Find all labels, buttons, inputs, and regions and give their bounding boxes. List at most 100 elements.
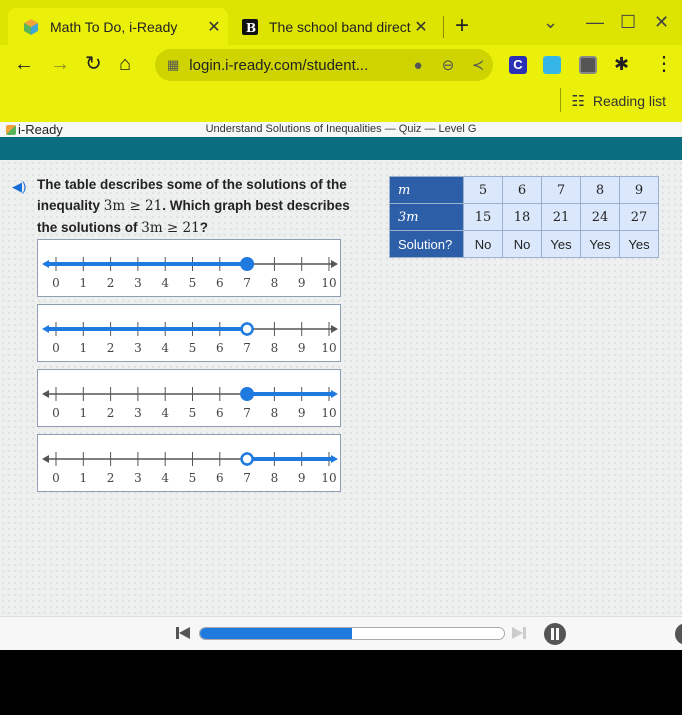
back-button[interactable]: ← (14, 53, 34, 75)
tick-label: 1 (79, 341, 87, 355)
forward-button[interactable]: → (50, 53, 70, 75)
tick-label: 2 (107, 406, 115, 420)
tick-label: 0 (52, 276, 60, 290)
tick-label: 9 (298, 471, 306, 485)
location-pin-icon[interactable]: ● (403, 57, 433, 74)
next-button[interactable] (675, 623, 682, 645)
table-cell: No (502, 230, 542, 258)
answer-option-a[interactable]: 0 1 2 3 4 5 6 7 8 9 10 (37, 239, 341, 297)
closed-endpoint (240, 387, 255, 401)
inequality-math: 3m ≥ 21 (103, 198, 163, 214)
table-cell: 24 (580, 203, 620, 231)
address-bar[interactable]: ▦ login.i-ready.com/student... ● ⊖ ≺ (155, 49, 493, 81)
skip-forward-icon[interactable] (512, 626, 526, 640)
progress-fill (200, 628, 352, 639)
tick-label: 0 (52, 471, 60, 485)
tab-title: Math To Do, i-Ready (50, 18, 178, 35)
table-cell: 21 (541, 203, 581, 231)
profile-extension-icon[interactable] (543, 56, 561, 74)
answer-option-c[interactable]: 0 1 2 3 4 5 6 7 8 9 10 (37, 369, 341, 427)
tick-label: 6 (216, 471, 224, 485)
table-cell: 27 (619, 203, 659, 231)
left-arrow-icon (42, 390, 49, 398)
home-button[interactable]: ⌂ (119, 53, 131, 75)
reading-list-separator (560, 88, 561, 112)
speaker-icon[interactable]: ◀) (12, 179, 28, 194)
iready-cube-icon (24, 18, 38, 35)
inequality-math: 3m ≥ 21 (141, 220, 200, 236)
reading-list-button[interactable]: ☷ Reading list (571, 92, 666, 110)
tick-label: 5 (189, 276, 197, 290)
open-endpoint (240, 452, 254, 466)
extensions-puzzle-icon[interactable]: ✱ (614, 53, 629, 75)
question-text: The table describes some of the solution… (37, 174, 357, 239)
tick-label: 3 (134, 341, 142, 355)
share-icon[interactable]: ≺ (463, 56, 493, 74)
maximize-button[interactable]: ☐ (620, 12, 636, 33)
site-info-icon[interactable]: ▦ (167, 57, 179, 73)
table-cell: 15 (463, 203, 503, 231)
close-window-button[interactable]: ✕ (654, 12, 669, 33)
table-cell: 8 (580, 176, 620, 204)
close-tab-icon[interactable]: ✕ (411, 17, 431, 37)
right-arrow-icon (331, 455, 338, 463)
tab-search-chevron-icon[interactable]: ⌄ (543, 12, 558, 33)
tick-label: 5 (189, 341, 197, 355)
lesson-title: Understand Solutions of Inequalities — Q… (205, 123, 477, 135)
tick-label: 0 (52, 406, 60, 420)
tick-label: 8 (271, 471, 279, 485)
browser-toolbar: ← → ↻ ⌂ ▦ login.i-ready.com/student... ●… (0, 45, 682, 85)
more-menu-icon[interactable]: ⋮ (654, 53, 674, 75)
close-tab-icon[interactable]: ✕ (204, 17, 224, 37)
right-arrow-icon (331, 325, 338, 333)
new-tab-button[interactable]: + (455, 12, 469, 40)
tick-label: 2 (107, 341, 115, 355)
number-line-graph: 0 1 2 3 4 5 6 7 8 9 10 (42, 452, 338, 485)
tick-label: 8 (271, 276, 279, 290)
progress-bar[interactable] (199, 627, 505, 640)
table-cell: 7 (541, 176, 581, 204)
minimize-button[interactable]: — (586, 12, 604, 33)
reading-list-icon: ☷ (571, 93, 585, 110)
seal-extension-icon[interactable] (579, 56, 597, 74)
tick-label: 6 (216, 276, 224, 290)
answer-option-b[interactable]: 0 1 2 3 4 5 6 7 8 9 10 (37, 304, 341, 362)
tick-label: 10 (321, 341, 336, 355)
tab-strip: Math To Do, i-Ready ✕ B The school band … (0, 0, 682, 45)
tick-label: 7 (243, 406, 251, 420)
tab-school-band[interactable]: B The school band director ✕ (235, 8, 435, 45)
tab-math-to-do[interactable]: Math To Do, i-Ready ✕ (8, 8, 228, 45)
table-cell: Yes (619, 230, 659, 258)
reload-button[interactable]: ↻ (85, 53, 102, 75)
tick-label: 4 (161, 471, 169, 485)
tick-label: 3 (134, 406, 142, 420)
table-cell: Yes (580, 230, 620, 258)
tick-label: 3 (134, 471, 142, 485)
table-cell: 9 (619, 176, 659, 204)
tick-label: 2 (107, 471, 115, 485)
skip-back-icon[interactable] (176, 626, 190, 640)
answer-option-d[interactable]: 0 1 2 3 4 5 6 7 8 9 10 (37, 434, 341, 492)
solutions-table: m 5 6 7 8 9 3m 15 18 21 24 27 Solution? … (389, 176, 659, 258)
lesson-banner (0, 137, 682, 160)
tab-title: The school band director (269, 18, 411, 35)
tick-label: 7 (243, 471, 251, 485)
url-text: login.i-ready.com/student... (189, 56, 369, 74)
quiz-content: ◀) The table describes some of the solut… (0, 160, 682, 616)
tick-label: 7 (243, 276, 251, 290)
tick-label: 5 (189, 471, 197, 485)
reading-list-label: Reading list (592, 93, 666, 109)
player-controls (0, 616, 682, 650)
number-line-graph: 0 1 2 3 4 5 6 7 8 9 10 (42, 257, 338, 290)
tick-label: 4 (161, 276, 169, 290)
tick-label: 6 (216, 341, 224, 355)
table-row: Solution? No No Yes Yes Yes (389, 230, 659, 258)
tick-label: 9 (298, 341, 306, 355)
row-header: Solution? (389, 230, 464, 258)
tick-label: 4 (161, 406, 169, 420)
tick-label: 10 (321, 406, 336, 420)
zoom-out-icon[interactable]: ⊖ (433, 56, 463, 74)
pause-button[interactable] (544, 623, 566, 645)
c-extension-icon[interactable]: C (509, 56, 527, 74)
number-line-graph: 0 1 2 3 4 5 6 7 8 9 10 (42, 387, 338, 420)
